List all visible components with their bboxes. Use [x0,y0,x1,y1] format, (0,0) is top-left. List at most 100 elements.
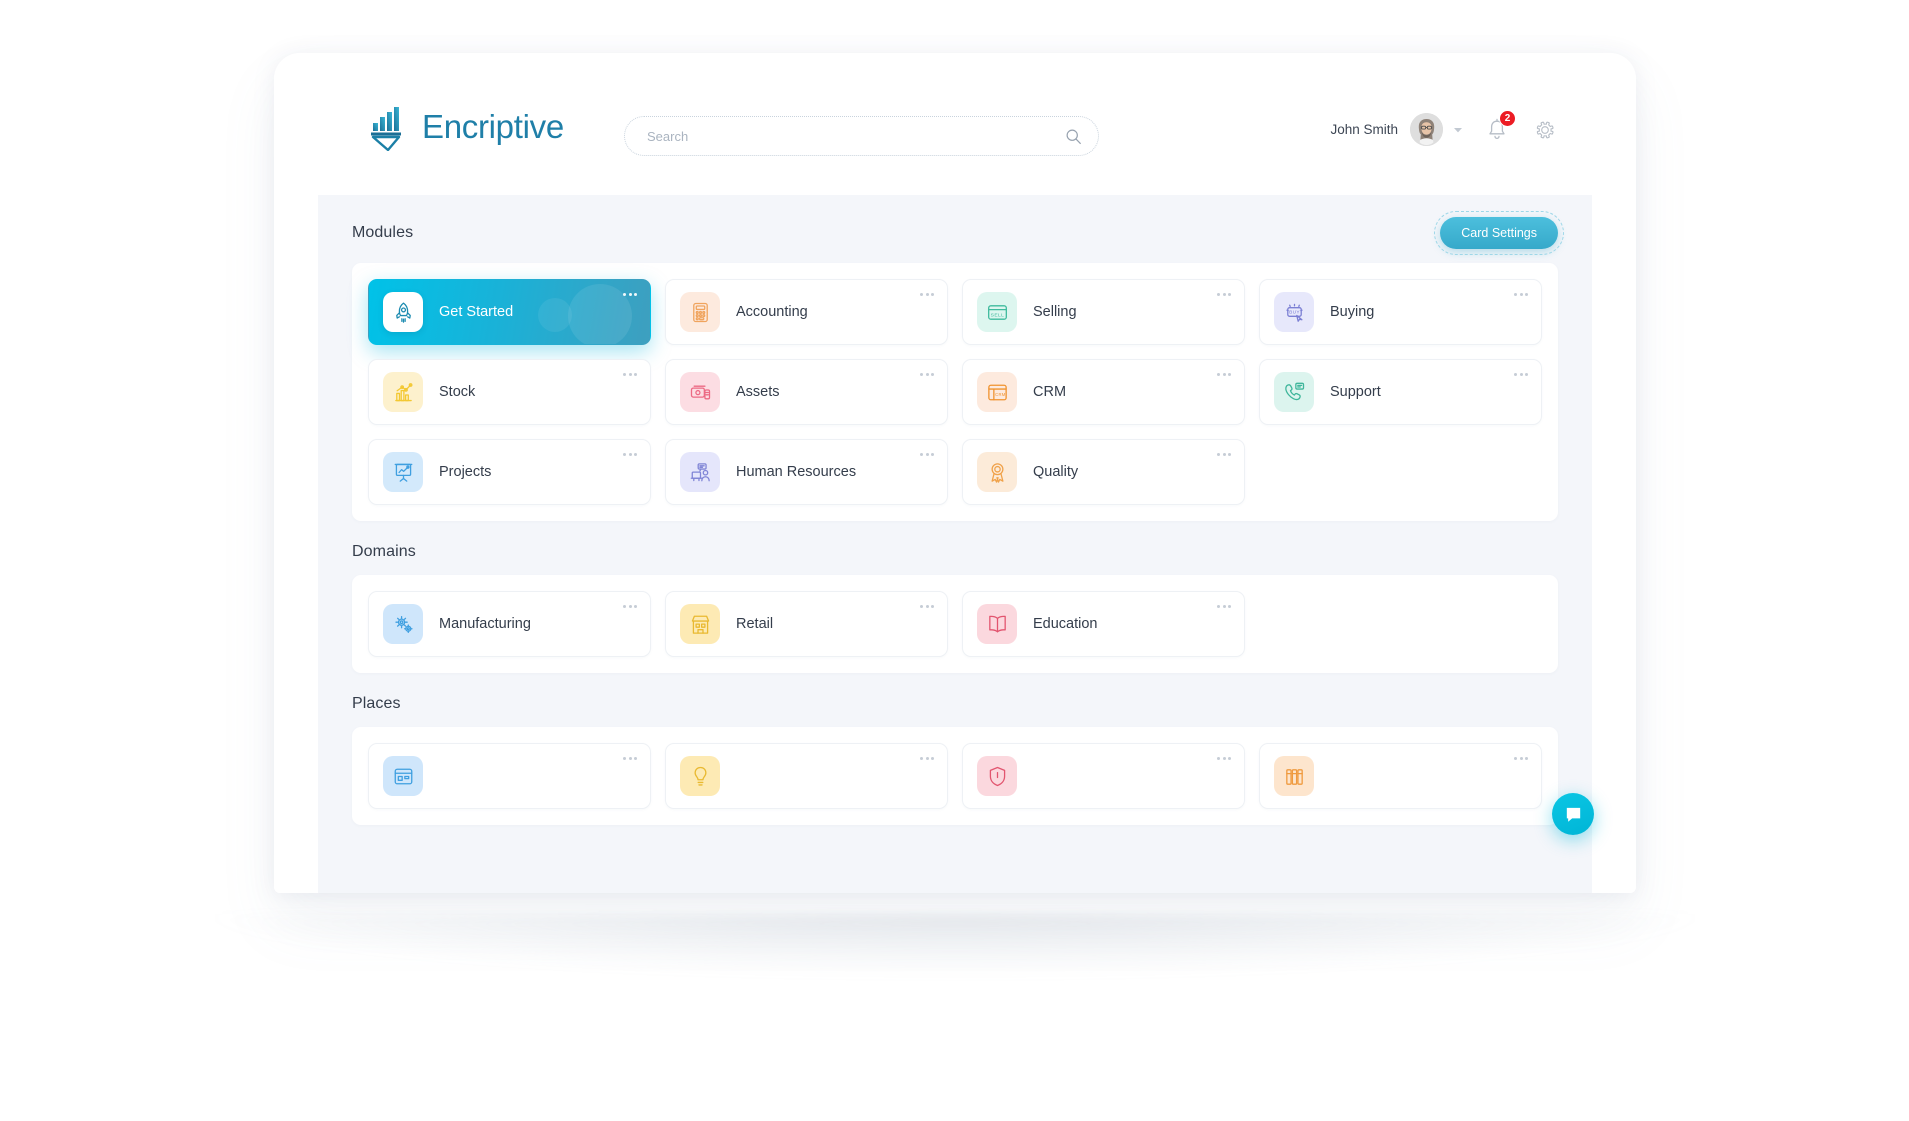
card-menu-button[interactable] [920,605,934,608]
bar-chart-icon [383,372,423,412]
module-card-label: Assets [736,384,780,400]
module-card-0[interactable] [368,743,651,809]
module-card-education[interactable]: Education [962,591,1245,657]
modules-grid: Get Started Accounting SELL Selling BUY Buyin… [368,279,1542,505]
modules-section-header: Modules Card Settings [318,195,1592,263]
places-section-header: Places [318,673,1592,727]
card-settings-button[interactable]: Card Settings [1434,211,1564,255]
module-card-3[interactable] [1259,743,1542,809]
bulb-icon [680,756,720,796]
module-card-stock[interactable]: Stock [368,359,651,425]
chevron-down-icon[interactable] [1452,124,1464,136]
card-menu-button[interactable] [623,757,637,760]
section-title-modules: Modules [352,224,414,241]
gear-icon [1536,121,1554,138]
module-card-selling[interactable]: SELL Selling [962,279,1245,345]
module-card-projects[interactable]: Projects [368,439,651,505]
card-menu-button[interactable] [920,453,934,456]
module-card-support[interactable]: Support [1259,359,1542,425]
bar-chart-logo-icon [371,107,401,151]
calculator-icon [680,292,720,332]
module-card-label: Accounting [736,304,808,320]
presentation-icon [383,452,423,492]
crm-window-icon: CRM [977,372,1017,412]
module-card-label: Buying [1330,304,1375,320]
store-icon [680,604,720,644]
module-card-accounting[interactable]: Accounting [665,279,948,345]
domains-grid: Manufacturing Retail Education [368,591,1542,657]
card-menu-button[interactable] [1217,605,1231,608]
search-input[interactable] [647,128,1065,144]
award-ribbon-icon [977,452,1017,492]
card-menu-button[interactable] [1217,453,1231,456]
module-card-get-started[interactable]: Get Started [368,279,651,345]
notification-badge: 2 [1499,109,1516,127]
module-card-label: Quality [1033,464,1079,480]
settings-button[interactable] [1534,119,1556,141]
card-menu-button[interactable] [623,453,637,456]
section-title-places: Places [352,695,401,712]
card-menu-button[interactable] [920,293,934,296]
sell-tag-icon: SELL [977,292,1017,332]
module-card-label: Retail [736,616,774,632]
svg-text:BUY: BUY [1289,309,1300,315]
module-card-crm[interactable]: CRM CRM [962,359,1245,425]
svg-text:CRM: CRM [995,391,1006,396]
gears-icon [383,604,423,644]
places-panel [352,727,1558,825]
module-card-2[interactable] [962,743,1245,809]
module-card-label: Education [1033,616,1098,632]
card-menu-button[interactable] [623,293,637,296]
module-card-label: Get Started [439,304,514,320]
header-user-area: John Smith 2 [1330,109,1556,146]
avatar[interactable] [1410,113,1443,146]
module-card-label: Selling [1033,304,1077,320]
modules-panel: Get Started Accounting SELL Selling BUY Buyin… [352,263,1558,521]
search-icon[interactable] [1065,128,1082,145]
notifications-button[interactable]: 2 [1486,109,1516,142]
module-card-manufacturing[interactable]: Manufacturing [368,591,651,657]
module-card-label: Manufacturing [439,616,531,632]
laptop-mockup-scene: Encriptive John Smith [0,0,1909,1121]
card-menu-button[interactable] [920,757,934,760]
dashboard-content: Modules Card Settings Get Started Account… [318,195,1592,893]
card-menu-button[interactable] [1217,293,1231,296]
domains-panel: Manufacturing Retail Education [352,575,1558,673]
module-card-buying[interactable]: BUY Buying [1259,279,1542,345]
module-card-label: Human Resources [736,464,857,480]
rocket-icon [383,292,423,332]
brand-logo[interactable]: Encriptive [369,103,564,151]
module-card-retail[interactable]: Retail [665,591,948,657]
storefront-icon [383,756,423,796]
module-card-assets[interactable]: Assets [665,359,948,425]
module-card-label: Projects [439,464,492,480]
app-header: Encriptive John Smith [274,53,1636,195]
module-card-quality[interactable]: Quality [962,439,1245,505]
card-menu-button[interactable] [623,605,637,608]
card-menu-button[interactable] [1514,373,1528,376]
module-card-1[interactable] [665,743,948,809]
buy-cart-icon: BUY [1274,292,1314,332]
chat-bubble-icon [1566,807,1580,822]
search-bar[interactable] [624,116,1099,156]
module-card-human-resources[interactable]: Human Resources [665,439,948,505]
laptop-screen: Encriptive John Smith [274,53,1636,893]
card-menu-button[interactable] [1514,757,1528,760]
module-card-label: CRM [1033,384,1067,400]
wallet-icon [680,372,720,412]
card-menu-button[interactable] [920,373,934,376]
card-menu-button[interactable] [1217,373,1231,376]
book-icon [977,604,1017,644]
books-icon [1274,756,1314,796]
domains-section-header: Domains [318,521,1592,575]
people-desk-icon [680,452,720,492]
chat-support-button[interactable] [1552,793,1594,835]
card-menu-button[interactable] [1217,757,1231,760]
module-card-label: Support [1330,384,1381,400]
card-menu-button[interactable] [1514,293,1528,296]
brand-name: Encriptive [422,108,564,145]
module-card-label: Stock [439,384,476,400]
phone-chat-icon [1274,372,1314,412]
card-menu-button[interactable] [623,373,637,376]
section-title-domains: Domains [352,543,416,560]
